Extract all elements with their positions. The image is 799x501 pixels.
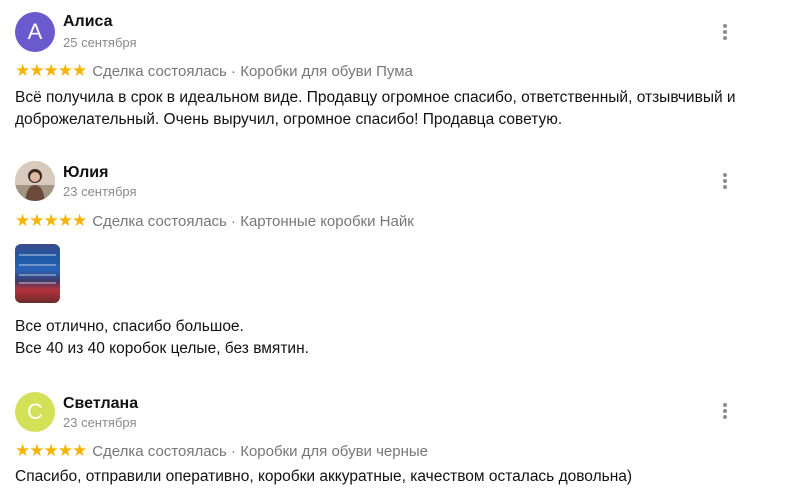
review-meta: ★★★★★ Сделка состоялась · Коробки для обу… xyxy=(15,61,413,81)
more-vertical-icon xyxy=(723,173,727,177)
review-meta: ★★★★★ Сделка состоялась · Коробки для обу… xyxy=(15,441,428,461)
more-vertical-icon xyxy=(723,24,727,28)
review-date: 23 сентября xyxy=(63,415,137,430)
review-text-line: Все отлично, спасибо большое. xyxy=(15,318,244,335)
review-text: Все отлично, спасибо большое. Все 40 из … xyxy=(15,316,775,360)
avatar[interactable] xyxy=(15,161,55,201)
reviewer-name[interactable]: Алиса xyxy=(63,13,113,31)
more-options-button[interactable] xyxy=(716,22,734,44)
review-text-line: доброжелательный. Очень выручил, огромно… xyxy=(15,111,563,128)
more-options-button[interactable] xyxy=(716,171,734,193)
review-text: Всё получила в срок в идеальном виде. Пр… xyxy=(15,87,775,131)
review-photo[interactable] xyxy=(15,244,60,303)
deal-info: Сделка состоялась · Коробки для обуви Пу… xyxy=(92,63,413,80)
deal-info: Сделка состоялась · Картонные коробки На… xyxy=(92,213,414,230)
review-text-line: Все 40 из 40 коробок целые, без вмятин. xyxy=(15,340,309,357)
deal-info: Сделка состоялась · Коробки для обуви че… xyxy=(92,443,428,460)
review-meta: ★★★★★ Сделка состоялась · Картонные короб… xyxy=(15,211,414,231)
review-date: 23 сентября xyxy=(63,184,137,199)
reviewer-name[interactable]: Юлия xyxy=(63,164,108,182)
more-options-button[interactable] xyxy=(716,401,734,423)
review-text-line: Всё получила в срок в идеальном виде. Пр… xyxy=(15,89,736,106)
star-rating-icon: ★★★★★ xyxy=(15,61,87,80)
star-rating-icon: ★★★★★ xyxy=(15,441,87,460)
avatar[interactable]: С xyxy=(15,392,55,432)
review-date: 25 сентября xyxy=(63,35,137,50)
avatar-photo-icon xyxy=(15,161,55,201)
review-text: Спасибо, отправили оперативно, коробки а… xyxy=(15,466,775,488)
review-text-line: Спасибо, отправили оперативно, коробки а… xyxy=(15,468,633,485)
star-rating-icon: ★★★★★ xyxy=(15,211,87,230)
reviewer-name[interactable]: Светлана xyxy=(63,395,138,413)
avatar[interactable]: А xyxy=(15,12,55,52)
more-vertical-icon xyxy=(723,403,727,407)
